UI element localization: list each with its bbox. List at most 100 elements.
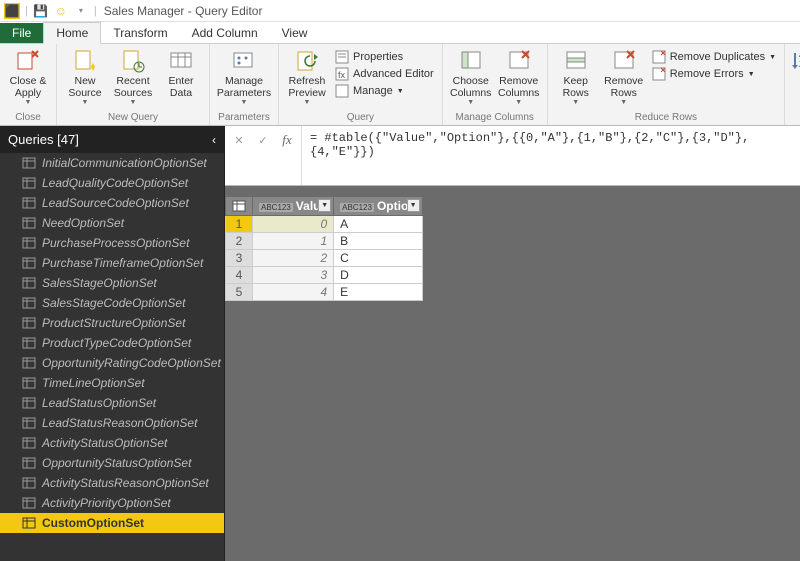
- cell-value[interactable]: 1: [253, 233, 334, 250]
- cell-option[interactable]: E: [334, 284, 422, 301]
- cell-value[interactable]: 2: [253, 250, 334, 267]
- recent-sources-button[interactable]: Recent Sources ▼: [109, 47, 157, 108]
- table-icon: [22, 277, 36, 289]
- query-item[interactable]: ProductTypeCodeOptionSet: [0, 333, 224, 353]
- queries-list[interactable]: InitialCommunicationOptionSetLeadQuality…: [0, 153, 224, 561]
- dropdown-arrow-icon: ▼: [304, 99, 311, 106]
- cell-option[interactable]: A: [334, 216, 422, 233]
- formula-fx-button[interactable]: fx: [278, 131, 296, 149]
- row-header[interactable]: 5: [226, 284, 253, 301]
- enter-data-button[interactable]: Enter Data: [157, 47, 205, 101]
- column-header-option[interactable]: ABC123Option ▼: [334, 197, 422, 216]
- tab-file[interactable]: File: [0, 23, 43, 43]
- table-corner[interactable]: [226, 197, 253, 216]
- close-apply-button[interactable]: Close & Apply ▼: [4, 47, 52, 108]
- query-item-label: CustomOptionSet: [42, 516, 144, 530]
- table-icon: [22, 337, 36, 349]
- remove-duplicates-button[interactable]: Remove Duplicates ▼: [648, 49, 780, 65]
- new-source-button[interactable]: New Source ▼: [61, 47, 109, 108]
- keep-rows-button[interactable]: Keep Rows ▼: [552, 47, 600, 108]
- tab-home[interactable]: Home: [43, 22, 101, 44]
- remove-rows-button[interactable]: Remove Rows ▼: [600, 47, 648, 108]
- table-icon: [22, 177, 36, 189]
- formula-input[interactable]: = #table({"Value","Option"},{{0,"A"},{1,…: [301, 126, 800, 185]
- cell-value[interactable]: 0: [253, 216, 334, 233]
- row-header[interactable]: 2: [226, 233, 253, 250]
- advanced-editor-button[interactable]: fx Advanced Editor: [331, 66, 438, 82]
- svg-text:fx: fx: [338, 70, 346, 80]
- query-item[interactable]: SalesStageCodeOptionSet: [0, 293, 224, 313]
- refresh-preview-button[interactable]: Refresh Preview ▼: [283, 47, 331, 108]
- choose-columns-button[interactable]: Choose Columns ▼: [447, 47, 495, 108]
- queries-header[interactable]: Queries [47] ‹: [0, 126, 224, 153]
- cell-value[interactable]: 3: [253, 267, 334, 284]
- feedback-icon[interactable]: ☺: [53, 3, 69, 19]
- query-item[interactable]: ProductStructureOptionSet: [0, 313, 224, 333]
- dropdown-arrow-icon: ▼: [769, 54, 776, 61]
- query-item[interactable]: ActivityStatusOptionSet: [0, 433, 224, 453]
- table-icon: [22, 397, 36, 409]
- dropdown-arrow-icon: ▼: [620, 99, 627, 106]
- cell-value[interactable]: 4: [253, 284, 334, 301]
- table-icon: [22, 237, 36, 249]
- cell-option[interactable]: C: [334, 250, 422, 267]
- query-item[interactable]: CustomOptionSet: [0, 513, 224, 533]
- formula-accept-button[interactable]: ✓: [254, 131, 272, 149]
- column-filter-dropdown[interactable]: ▼: [318, 199, 331, 212]
- query-item[interactable]: OpportunityStatusOptionSet: [0, 453, 224, 473]
- tab-view[interactable]: View: [270, 23, 320, 43]
- row-header[interactable]: 3: [226, 250, 253, 267]
- query-item[interactable]: TimeLineOptionSet: [0, 373, 224, 393]
- column-filter-dropdown[interactable]: ▼: [407, 199, 420, 212]
- query-item[interactable]: PurchaseProcessOptionSet: [0, 233, 224, 253]
- table-icon: [22, 157, 36, 169]
- manage-parameters-button[interactable]: Manage Parameters ▼: [214, 47, 274, 108]
- query-item-label: LeadStatusOptionSet: [42, 396, 156, 410]
- cell-option[interactable]: B: [334, 233, 422, 250]
- query-item[interactable]: LeadSourceCodeOptionSet: [0, 193, 224, 213]
- tab-transform[interactable]: Transform: [101, 23, 179, 43]
- dropdown-arrow-icon: ▼: [241, 99, 248, 106]
- app-icon: ⬛: [4, 3, 20, 19]
- table-row[interactable]: 32C: [226, 250, 423, 267]
- qat-dropdown-icon[interactable]: ▾: [73, 3, 89, 19]
- refresh-icon: [295, 49, 319, 73]
- dropdown-arrow-icon: ▼: [572, 99, 579, 106]
- query-item[interactable]: LeadQualityCodeOptionSet: [0, 173, 224, 193]
- table-row[interactable]: 43D: [226, 267, 423, 284]
- group-label-manage-columns: Manage Columns: [443, 111, 547, 125]
- query-item[interactable]: LeadStatusOptionSet: [0, 393, 224, 413]
- query-item[interactable]: SalesStageOptionSet: [0, 273, 224, 293]
- row-header[interactable]: 4: [226, 267, 253, 284]
- query-item[interactable]: ActivityPriorityOptionSet: [0, 493, 224, 513]
- dropdown-arrow-icon: ▼: [130, 99, 137, 106]
- collapse-icon[interactable]: ‹: [212, 133, 216, 147]
- row-header[interactable]: 1: [226, 216, 253, 233]
- table-row[interactable]: 10A: [226, 216, 423, 233]
- table-row[interactable]: 21B: [226, 233, 423, 250]
- sort-asc-icon: AZ: [792, 49, 800, 73]
- data-preview-table[interactable]: ABC123Value ▼ ABC123Option ▼ 10A21B32C43…: [225, 196, 423, 301]
- remove-errors-button[interactable]: Remove Errors ▼: [648, 66, 780, 82]
- table-icon: [22, 217, 36, 229]
- cell-option[interactable]: D: [334, 267, 422, 284]
- query-item[interactable]: LeadStatusReasonOptionSet: [0, 413, 224, 433]
- query-item[interactable]: PurchaseTimeframeOptionSet: [0, 253, 224, 273]
- window-title: Sales Manager - Query Editor: [104, 4, 263, 18]
- query-item[interactable]: OpportunityRatingCodeOptionSet: [0, 353, 224, 373]
- formula-cancel-button[interactable]: ✕: [230, 131, 248, 149]
- properties-button[interactable]: Properties: [331, 49, 438, 65]
- remove-columns-button[interactable]: Remove Columns ▼: [495, 47, 543, 108]
- query-item[interactable]: NeedOptionSet: [0, 213, 224, 233]
- query-item[interactable]: InitialCommunicationOptionSet: [0, 153, 224, 173]
- sort-asc-button[interactable]: AZ: [789, 47, 800, 77]
- save-icon[interactable]: 💾: [33, 3, 49, 19]
- query-item[interactable]: ActivityStatusReasonOptionSet: [0, 473, 224, 493]
- manage-query-button[interactable]: Manage ▼: [331, 83, 438, 99]
- query-item-label: SalesStageOptionSet: [42, 276, 157, 290]
- tab-add-column[interactable]: Add Column: [180, 23, 270, 43]
- dropdown-arrow-icon: ▼: [467, 99, 474, 106]
- table-row[interactable]: 54E: [226, 284, 423, 301]
- column-header-value[interactable]: ABC123Value ▼: [253, 197, 334, 216]
- group-label-new-query: New Query: [57, 111, 209, 125]
